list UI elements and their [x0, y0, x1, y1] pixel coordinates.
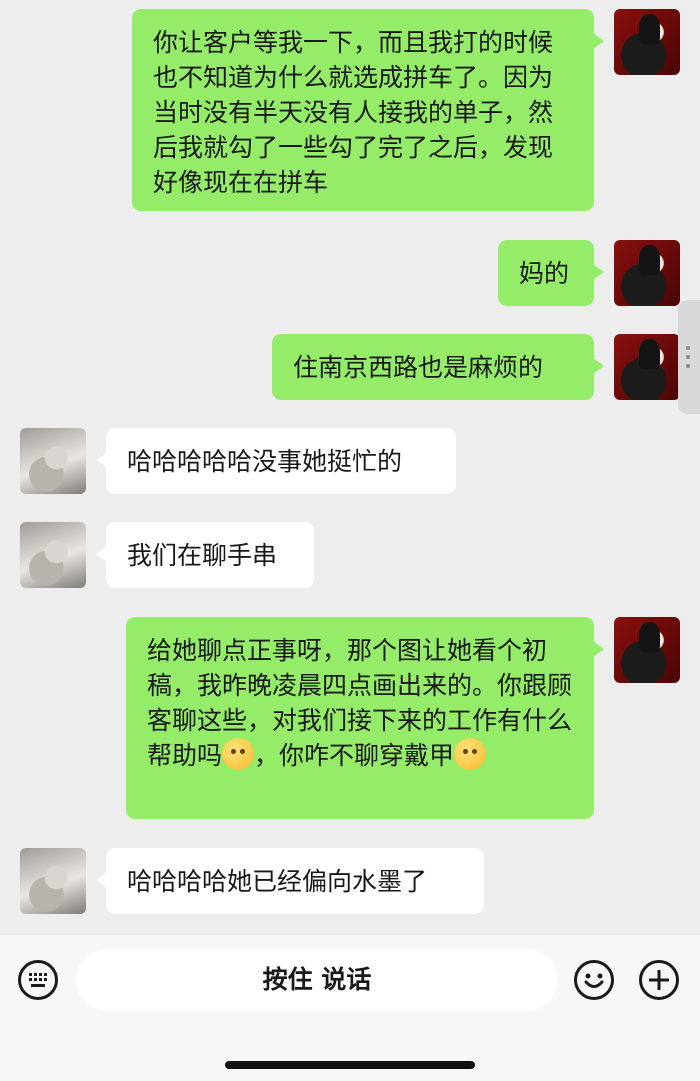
emoji-icon[interactable]: [574, 960, 614, 1000]
message-bubble-sent[interactable]: 你让客户等我一下，而且我打的时候也不知道为什么就选成拼车了。因为当时没有半天没有…: [132, 9, 604, 211]
keyboard-icon[interactable]: [18, 960, 58, 1000]
contact-avatar[interactable]: [20, 848, 86, 914]
message-text: 你让客户等我一下，而且我打的时候也不知道为什么就选成拼车了。因为当时没有半天没有…: [153, 28, 554, 197]
hold-to-talk-button[interactable]: 按住 说话: [76, 949, 558, 1011]
my-avatar[interactable]: [614, 617, 680, 683]
message-bubble-received[interactable]: 我们在聊手串: [96, 522, 314, 588]
contact-avatar[interactable]: [20, 522, 86, 588]
grimace-face-icon: [454, 738, 487, 770]
message-text: 我们在聊手串: [127, 541, 278, 570]
message-text: 妈的: [519, 259, 570, 288]
message-text: 哈哈哈哈哈没事她挺忙的: [127, 447, 403, 476]
flushed-face-icon: [222, 738, 255, 770]
my-avatar[interactable]: [614, 240, 680, 306]
home-indicator[interactable]: [225, 1061, 475, 1069]
message-bubble-sent[interactable]: 住南京西路也是麻烦的: [272, 334, 604, 400]
message-bubble-sent[interactable]: 妈的: [498, 240, 604, 306]
message-text: 住南京西路也是麻烦的: [293, 353, 544, 382]
message-bubble-received[interactable]: 哈哈哈哈哈没事她挺忙的: [96, 428, 456, 494]
my-avatar[interactable]: [614, 334, 680, 400]
contact-avatar[interactable]: [20, 428, 86, 494]
side-drawer-handle[interactable]: [678, 300, 700, 414]
message-bubble-sent[interactable]: 给她聊点正事呀，那个图让她看个初稿，我昨晚凌晨四点画出来的。你跟顾客聊这些，对我…: [126, 617, 604, 819]
my-avatar[interactable]: [614, 9, 680, 75]
message-text: 哈哈哈哈她已经偏向水墨了: [127, 867, 428, 896]
message-bubble-received[interactable]: 哈哈哈哈她已经偏向水墨了: [96, 848, 484, 914]
message-text: ，你咋不聊穿戴甲: [254, 741, 455, 770]
plus-icon[interactable]: [639, 960, 679, 1000]
input-bar: 按住 说话: [0, 934, 700, 1081]
